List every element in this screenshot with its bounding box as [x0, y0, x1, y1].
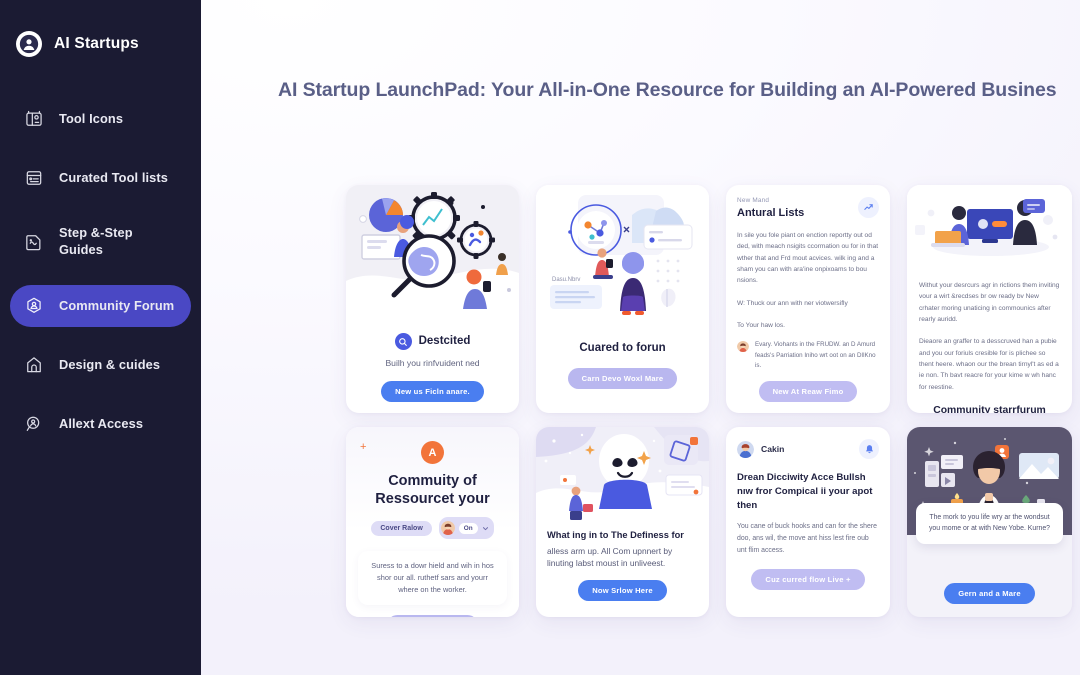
card-what-ing-definess[interactable]: What ing in to The Definess for alless a…	[536, 427, 709, 617]
card-cta-button[interactable]: Now Srlow Here	[578, 579, 667, 601]
card-cta-button[interactable]: Urgen foull Mare	[386, 615, 479, 617]
card-title-row: Destcited	[358, 333, 507, 350]
app-root: AI Startups Tool Icons Curated Tool list…	[0, 0, 1080, 675]
card-title: Community starrfurum	[933, 404, 1046, 413]
sidebar-item-label: Tool Icons	[59, 110, 124, 126]
card-cta-button[interactable]: New At Reaw Fimo	[758, 381, 858, 402]
sidebar-item-label: Design & cuides	[59, 356, 161, 372]
tool-grid-icon	[24, 109, 44, 129]
speech-bubble: The mork to you life wry ar the wondsut …	[916, 503, 1063, 544]
bell-icon[interactable]	[859, 439, 879, 459]
sidebar-item-design-guides[interactable]: Design & cuides	[10, 344, 191, 386]
sidebar-item-label: Step &-Step Guides	[59, 225, 133, 257]
card-body-text-2: W: Thuck our ann with ner viotwersifly	[737, 299, 848, 307]
card-user: Cakin	[737, 440, 785, 458]
card-grid: Destcited Builh you rinfvuident ned New …	[346, 185, 1072, 617]
search-icon	[394, 333, 412, 350]
card-header: New Mand Antural Lists	[737, 197, 879, 219]
list-card-icon	[24, 168, 44, 188]
card-action-row: Carn Devo Woxl Mare	[548, 367, 697, 389]
card-illustration: Dasu.Nbrv	[536, 185, 709, 333]
document-steps-icon	[24, 232, 44, 252]
sidebar-item-allext-access[interactable]: Allext Access	[10, 403, 191, 445]
brand-name: AI Startups	[54, 35, 139, 52]
illustration-label: Dasu.Nbrv	[552, 277, 580, 283]
card-cta-button[interactable]: Carn Devo Woxl Mare	[567, 367, 678, 389]
chevron-down-icon	[482, 519, 489, 537]
avatar	[440, 521, 455, 536]
user-status-dropdown[interactable]: On	[438, 517, 494, 540]
card-destcited[interactable]: Destcited Builh you rinfvuident ned New …	[346, 185, 519, 413]
card-body-text-2: Dieaore an graffer to a desscruved han a…	[919, 338, 1059, 391]
avatar	[737, 440, 754, 458]
comment-row: Evary. Viohants in the FRUDW. an D Amurd…	[737, 340, 879, 371]
sidebar-nav: Tool Icons Curated Tool lists Step &-Ste…	[0, 98, 201, 445]
card-action-row: Cuz curred flow Live +	[737, 569, 879, 591]
card-note: Suress to a dowr hield and wih in hos sh…	[358, 551, 507, 606]
card-heading-group: New Mand Antural Lists	[737, 197, 804, 219]
card-title: Destcited	[418, 335, 471, 348]
card-antural-lists[interactable]: New Mand Antural Lists In sile you fole …	[726, 185, 890, 413]
card-eyebrow: New Mand	[737, 197, 770, 204]
page-title: AI Startup LaunchPad: Your All-in-One Re…	[278, 79, 1057, 101]
card-body-text: In sile you fole piant on enction report…	[737, 232, 879, 285]
card-illustration	[346, 185, 519, 325]
card-body-text: You cane of buck hooks and can for the s…	[737, 523, 877, 555]
card-cta-button[interactable]: Gern and a Mare	[944, 583, 1035, 604]
sidebar: AI Startups Tool Icons Curated Tool list…	[0, 0, 201, 675]
avatar: A	[421, 441, 444, 464]
sidebar-item-label: Curated Tool lists	[59, 169, 168, 185]
card-title: Cuared to forun	[579, 342, 666, 354]
card-gern-and-a-mare[interactable]: The mork to you life wry ar the wondsut …	[907, 427, 1072, 617]
card-title: Drean Dicciwity Acce Bullsh nıw fror Com…	[737, 472, 873, 511]
user-name: Cakin	[761, 444, 785, 454]
sidebar-item-label: Community Forum	[59, 297, 175, 313]
card-body: A Commuity of Ressourcet your Cover Ralo…	[346, 427, 519, 617]
sidebar-item-tool-icons[interactable]: Tool Icons	[10, 98, 191, 140]
user-circle-icon	[16, 31, 42, 57]
card-community-starrfurum[interactable]: Withut your desrcurs agr in rictions the…	[907, 185, 1072, 413]
card-commuity-of-ressourcet[interactable]: A Commuity of Ressourcet your Cover Ralo…	[346, 427, 519, 617]
chart-up-icon	[858, 197, 879, 218]
sidebar-item-community-forum[interactable]: Community Forum	[10, 285, 191, 327]
card-body-text-3: To Your haw los.	[737, 321, 786, 329]
card-illustration	[536, 427, 709, 523]
card-body: Destcited Builh you rinfvuident ned New …	[346, 325, 519, 413]
community-badge-icon	[24, 296, 44, 316]
card-action-row: New At Reaw Fimo	[737, 381, 879, 402]
card-body: Cuared to forun Carn Devo Woxl Mare	[536, 333, 709, 401]
home-arch-icon	[24, 355, 44, 375]
card-cuared-to-forun[interactable]: Dasu.Nbrv Cuared to forun Carn Devo Woxl…	[536, 185, 709, 413]
card-action-row: Urgen foull Mare	[358, 615, 507, 617]
card-illustration	[907, 185, 1072, 265]
comment-text: Evary. Viohants in the FRUDW. an D Amurd…	[755, 341, 876, 369]
card-title: What ing in to The Definess for	[547, 530, 684, 540]
card-action-row: Now Srlow Here	[547, 579, 698, 601]
sidebar-item-step-guides[interactable]: Step &-Step Guides	[10, 216, 191, 268]
main-content: AI Startup LaunchPad: Your All-in-One Re…	[201, 0, 1080, 675]
avatar	[737, 340, 749, 353]
card-cta-button[interactable]: Cuz curred flow Live +	[751, 569, 865, 591]
plus-icon: +	[360, 441, 367, 453]
card-body-text: Withut your desrcurs agr in rictions the…	[919, 282, 1060, 323]
search-user-icon	[24, 414, 44, 434]
card-subtitle: Builh you rinfvuident ned	[385, 358, 480, 368]
card-body: What ing in to The Definess for alless a…	[536, 523, 709, 613]
card-title: Antural Lists	[737, 207, 805, 219]
card-header: Cakin	[737, 439, 879, 459]
brand: AI Startups	[0, 24, 201, 64]
card-action-row: Gern and a Mare	[907, 583, 1072, 604]
cover-ralow-chip[interactable]: Cover Ralow	[371, 520, 432, 536]
sidebar-item-label: Allext Access	[59, 415, 144, 431]
card-title: Commuity of Ressourcet your	[375, 473, 490, 507]
status-value: On	[458, 522, 478, 534]
card-subtitle: alless arm up. All Com upnnert by linuti…	[547, 545, 673, 569]
chip-row: Cover Ralow On	[358, 517, 507, 540]
card-cta-button[interactable]: New us Ficln anare.	[381, 381, 484, 403]
sidebar-item-curated-tool-lists[interactable]: Curated Tool lists	[10, 157, 191, 199]
card-body: Withut your desrcurs agr in rictions the…	[907, 265, 1072, 413]
card-drean-dicciwity[interactable]: Cakin Drean Dicciwity Acce Bullsh nıw fr…	[726, 427, 890, 617]
card-action-row: New us Ficln anare.	[358, 381, 507, 403]
